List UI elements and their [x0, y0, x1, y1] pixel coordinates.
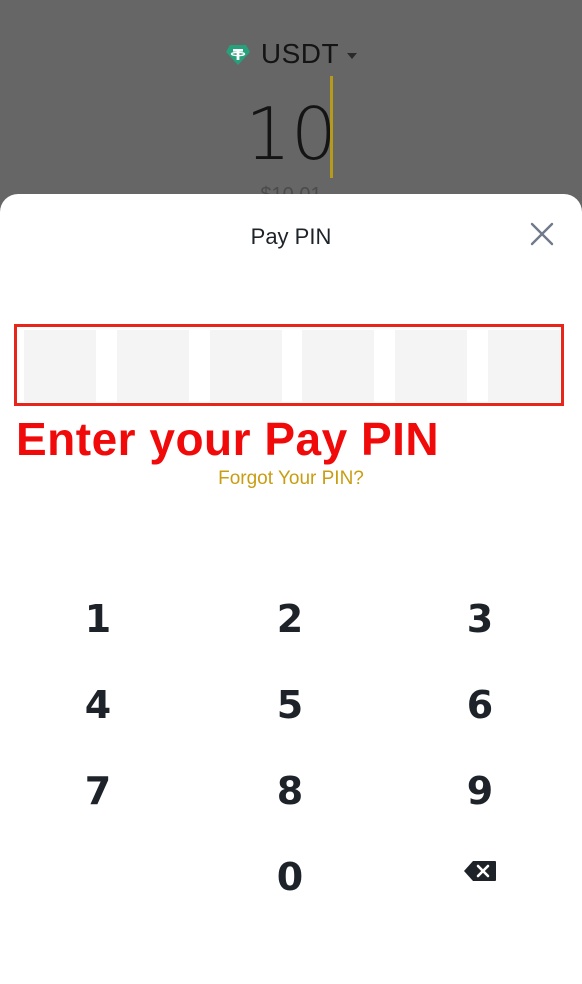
pin-digit-box[interactable] — [302, 330, 375, 402]
annotation-text: Enter your Pay PIN — [16, 413, 440, 465]
key-1[interactable]: 1 — [38, 584, 158, 654]
pin-input[interactable] — [24, 330, 560, 402]
key-5[interactable]: 5 — [230, 670, 350, 740]
chevron-down-icon — [347, 53, 358, 59]
backspace-button[interactable] — [420, 836, 540, 906]
close-icon — [530, 222, 554, 246]
currency-selector[interactable]: USDT — [0, 38, 582, 70]
key-7[interactable]: 7 — [38, 756, 158, 826]
sheet-title: Pay PIN — [250, 224, 332, 249]
pin-digit-box[interactable] — [487, 330, 560, 402]
key-6[interactable]: 6 — [420, 670, 540, 740]
tether-icon — [225, 45, 250, 65]
currency-label: USDT — [260, 38, 340, 69]
text-cursor — [330, 76, 333, 178]
pin-digit-box[interactable] — [209, 330, 282, 402]
key-2[interactable]: 2 — [230, 584, 350, 654]
key-0[interactable]: 0 — [230, 842, 350, 912]
key-9[interactable]: 9 — [420, 756, 540, 826]
forgot-pin-link[interactable]: Forgot Your PIN? — [0, 468, 582, 490]
key-4[interactable]: 4 — [38, 670, 158, 740]
key-8[interactable]: 8 — [230, 756, 350, 826]
pin-digit-box[interactable] — [24, 330, 96, 402]
amount-display: 10 — [0, 98, 582, 170]
close-button[interactable] — [528, 220, 556, 248]
amount-value: 10 — [245, 92, 337, 176]
pin-digit-box[interactable] — [116, 330, 189, 402]
key-3[interactable]: 3 — [420, 584, 540, 654]
backspace-icon — [464, 861, 496, 881]
pin-digit-box[interactable] — [395, 330, 468, 402]
pay-pin-sheet: Pay PIN Enter your Pay PIN Forgot Your P… — [0, 194, 582, 984]
